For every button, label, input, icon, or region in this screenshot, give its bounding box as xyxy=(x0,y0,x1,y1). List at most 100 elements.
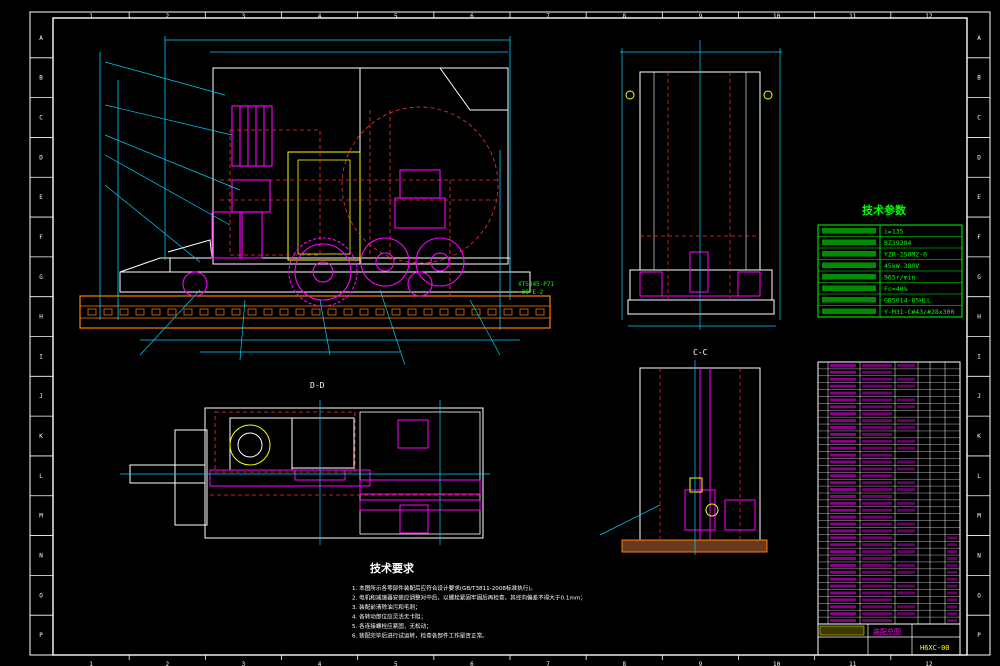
bom-cell-mark xyxy=(862,439,892,443)
drawing-number: H6XC-00 xyxy=(920,644,950,652)
tech-requirements-title: 技术要求 xyxy=(370,561,415,575)
border-column-label: 8 xyxy=(622,13,626,20)
bom-cell-mark xyxy=(862,384,892,388)
bom-cell-mark xyxy=(897,467,915,471)
bom-cell-mark xyxy=(897,543,915,547)
bom-cell-mark xyxy=(897,439,915,443)
bom-cell-mark xyxy=(862,432,892,436)
border-column-label: 11 xyxy=(849,13,857,20)
tech-requirement-item: 2. 电机和减速器安装应调整对中后，以螺栓紧固牢固后再检查，其径向偏差不得大于0… xyxy=(352,594,586,602)
param-value: GB5014-85HLL xyxy=(884,297,931,305)
border-row-label: D xyxy=(39,154,43,161)
bom-cell-mark xyxy=(862,405,892,409)
bom-cell-mark xyxy=(830,405,856,409)
border-column-label: 5 xyxy=(394,13,398,20)
param-value: Y-M31-C#43/#28x300 xyxy=(884,308,955,316)
bom-cell-mark xyxy=(897,550,915,554)
bom-cell-mark xyxy=(897,446,915,450)
border-column-label: 10 xyxy=(773,13,781,20)
bom-cell-mark xyxy=(862,529,892,533)
bom-cell-mark xyxy=(830,605,856,609)
bom-cell-mark xyxy=(862,460,892,464)
bom-cell-mark xyxy=(862,508,892,512)
border-row-label: B xyxy=(977,75,981,82)
bom-cell-mark xyxy=(830,474,856,478)
border-row-label: L xyxy=(39,473,43,480)
border-row-label: P xyxy=(39,632,43,639)
bom-cell-mark xyxy=(830,543,856,547)
bom-cell-mark xyxy=(862,398,892,402)
bom-cell-mark xyxy=(862,481,892,485)
border-column-label: 6 xyxy=(470,661,474,666)
bom-cell-mark xyxy=(947,543,957,547)
bom-cell-mark xyxy=(830,467,856,471)
border-column-label: 3 xyxy=(242,661,246,666)
border-column-labels: 112233445566778899101011111212 xyxy=(89,12,933,666)
bom-cell-mark xyxy=(830,598,856,602)
border-column-label: 10 xyxy=(773,661,781,666)
bom-cell-mark xyxy=(897,488,915,491)
tech-requirements: 技术要求 1. 本图所示各零部件装配后应符合设计要求(GB/T3811-2008… xyxy=(352,561,586,640)
border-column-label: 1 xyxy=(89,13,93,20)
border-row-label: I xyxy=(39,353,43,360)
bom-cell-mark xyxy=(897,377,915,381)
bom-cell-mark xyxy=(862,522,892,526)
bom-cell-mark xyxy=(947,570,957,574)
border-column-label: 12 xyxy=(925,661,933,666)
cad-drawing-canvas: 112233445566778899101011111212 A AB BC CD DE… xyxy=(29,11,991,666)
bom-cell-mark xyxy=(897,522,915,526)
border-row-label: C xyxy=(977,115,981,122)
bom-cell-mark xyxy=(897,501,915,505)
border-column-label: 9 xyxy=(699,661,703,666)
section-label-cc: C-C xyxy=(693,348,708,357)
bom-cell-mark xyxy=(947,605,957,609)
title-block: 装配总图 H6XC-00 xyxy=(817,623,961,656)
bom-cell-mark xyxy=(830,446,856,450)
bom-cell-mark xyxy=(947,612,957,616)
bom-cell-mark xyxy=(862,453,892,457)
border-column-label: 7 xyxy=(546,661,550,666)
bom-cell-mark xyxy=(830,619,856,622)
rail-beam xyxy=(79,295,551,329)
bom-cell-mark xyxy=(830,412,856,416)
section-view-cc: C-C xyxy=(599,348,768,555)
param-value: Fc=40% xyxy=(884,285,908,293)
border-row-label: H xyxy=(39,314,43,321)
bom-cell-mark xyxy=(862,467,892,471)
border-row-label: J xyxy=(977,393,981,400)
bom-cell-mark xyxy=(947,536,957,540)
border-row-label: F xyxy=(977,234,981,241)
bom-cell-mark xyxy=(897,364,915,367)
border-row-label: O xyxy=(39,592,43,599)
param-value: i=135 xyxy=(884,228,904,236)
bom-cell-mark xyxy=(862,550,892,554)
bom-cell-mark xyxy=(830,426,856,429)
bom-cell-mark xyxy=(830,481,856,485)
bom-cell-mark xyxy=(862,584,892,588)
bom-cell-mark xyxy=(862,370,892,374)
bom-cell-mark xyxy=(830,439,856,443)
tech-requirement-item: 4. 各转动部位应灵活无卡阻； xyxy=(352,613,426,621)
border-column-label: 4 xyxy=(318,13,322,20)
elevation-note-line2: -30°E-2 xyxy=(518,289,544,296)
bom-cell-mark xyxy=(830,522,856,526)
border-row-label: M xyxy=(977,513,981,520)
bom-cell-mark xyxy=(862,563,892,567)
tech-params-title: 技术参数 xyxy=(862,203,907,217)
bom-cell-mark xyxy=(897,426,915,429)
plan-view-dd: D-D xyxy=(120,381,490,545)
bom-cell-mark xyxy=(947,557,957,560)
border-column-label: 7 xyxy=(546,13,550,20)
param-value: YZR-250M2-6 xyxy=(884,251,927,259)
bom-cell-mark xyxy=(897,570,915,574)
bom-cell-mark xyxy=(897,612,915,616)
bom-cell-mark xyxy=(830,515,856,519)
bom-cell-mark xyxy=(862,543,892,547)
bom-cell-mark xyxy=(947,550,957,554)
bom-cell-mark xyxy=(830,384,856,388)
border-row-label: A xyxy=(977,35,981,42)
bom-cell-mark xyxy=(830,370,856,374)
border-row-label: P xyxy=(977,632,981,639)
bom-cell-mark xyxy=(830,550,856,554)
bom-cell-mark xyxy=(862,501,892,505)
